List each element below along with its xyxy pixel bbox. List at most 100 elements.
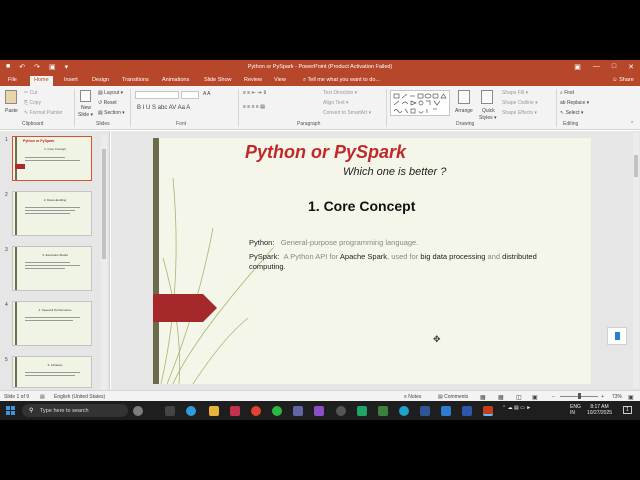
reading-view-icon[interactable]: ◫ bbox=[516, 394, 522, 401]
slide-sorter-icon[interactable]: ▦ bbox=[498, 394, 504, 401]
slide-thumbnail-2[interactable]: 2. Data Handling bbox=[12, 191, 92, 236]
slide-thumbnail-1[interactable]: Python or PySpark 1. Core Concept bbox=[12, 136, 92, 181]
pycharm-icon[interactable] bbox=[357, 406, 367, 416]
edge-dev-icon[interactable] bbox=[399, 406, 409, 416]
slide-scrollbar-thumb[interactable] bbox=[634, 155, 638, 177]
store-icon[interactable] bbox=[230, 406, 240, 416]
thumbnail-scrollbar-thumb[interactable] bbox=[102, 149, 106, 259]
excel-icon[interactable] bbox=[378, 406, 388, 416]
notification-icon[interactable]: 1 bbox=[623, 406, 632, 414]
word-icon[interactable] bbox=[420, 406, 430, 416]
new-slide-label[interactable]: New bbox=[81, 105, 91, 111]
clock[interactable]: 8:17 AM 10/27/2025 bbox=[587, 404, 612, 416]
tray-icons[interactable]: ⌃ ☁ ▤ ▭ ► bbox=[502, 405, 531, 411]
cat-widget-icon[interactable] bbox=[133, 406, 143, 416]
paste-button[interactable]: Paste bbox=[5, 108, 18, 114]
app-icon[interactable] bbox=[336, 406, 346, 416]
slide-title[interactable]: Python or PySpark bbox=[245, 142, 406, 163]
teams-icon[interactable] bbox=[293, 406, 303, 416]
slideshow-view-icon[interactable]: ▣ bbox=[532, 394, 538, 401]
text-direction-button[interactable]: Text Direction ▾ bbox=[323, 90, 357, 96]
arrange-icon[interactable] bbox=[458, 90, 470, 104]
notes-button[interactable]: ≡ Notes bbox=[404, 394, 421, 400]
edge-browser-icon[interactable] bbox=[186, 406, 196, 416]
bookmark-icon[interactable] bbox=[607, 327, 627, 345]
copy-button[interactable]: ⎘ Copy bbox=[24, 100, 41, 106]
tab-home[interactable]: Home bbox=[30, 76, 53, 86]
whatsapp-icon[interactable] bbox=[272, 406, 282, 416]
alignment-icons[interactable]: ≡ ≡ ≡ ≡ ▤ bbox=[243, 104, 265, 110]
taskbar-search-box[interactable]: ⚲ Type here to search bbox=[22, 404, 128, 417]
red-arrow-shape[interactable] bbox=[153, 294, 217, 322]
tab-file[interactable]: File bbox=[8, 77, 17, 83]
tab-design[interactable]: Design bbox=[92, 77, 109, 83]
new-slide-icon[interactable] bbox=[80, 90, 91, 102]
slide-subtitle[interactable]: Which one is better ? bbox=[343, 166, 446, 178]
tell-me-search[interactable]: ⌕ Tell me what you want to do... bbox=[303, 77, 380, 84]
shape-fill-button[interactable]: Shape Fill ▾ bbox=[502, 90, 528, 96]
quick-styles-label[interactable]: Quick bbox=[482, 108, 495, 114]
format-painter-button[interactable]: ✎ Format Painter bbox=[24, 110, 63, 116]
replace-button[interactable]: ab Replace ▾ bbox=[560, 100, 589, 106]
tab-slide-show[interactable]: Slide Show bbox=[204, 77, 232, 83]
slide-canvas[interactable]: Python or PySpark Which one is better ? … bbox=[153, 138, 591, 384]
collapse-ribbon-icon[interactable]: ⌃ bbox=[630, 121, 634, 127]
spellcheck-icon[interactable]: ▤ bbox=[40, 394, 45, 400]
tab-transitions[interactable]: Transitions bbox=[122, 77, 149, 83]
task-view-icon[interactable] bbox=[165, 406, 175, 416]
tab-animations[interactable]: Animations bbox=[162, 77, 189, 83]
new-slide-dropdown[interactable]: Slide ▾ bbox=[78, 112, 93, 118]
slide-heading[interactable]: 1. Core Concept bbox=[308, 198, 415, 214]
maximize-button[interactable]: □ bbox=[612, 63, 616, 71]
language-indicator[interactable]: English (United States) bbox=[54, 394, 105, 400]
font-grow-shrink-icon[interactable]: A A bbox=[203, 91, 211, 97]
quick-styles-icon[interactable] bbox=[481, 90, 493, 104]
select-button[interactable]: ↖ Select ▾ bbox=[560, 110, 583, 116]
zoom-out-button[interactable]: − bbox=[552, 394, 555, 400]
close-button[interactable]: ✕ bbox=[628, 63, 634, 71]
chrome-icon[interactable] bbox=[251, 406, 261, 416]
slide-body-text[interactable]: Python: General-purpose programming lang… bbox=[249, 238, 559, 276]
cut-button[interactable]: ✂ Cut bbox=[24, 90, 37, 96]
shape-outline-button[interactable]: Shape Outline ▾ bbox=[502, 100, 538, 106]
slide-thumbnail-4[interactable]: 4. Speed & Performance bbox=[12, 301, 92, 346]
minimize-button[interactable]: — bbox=[593, 63, 600, 71]
zoom-slider-handle[interactable] bbox=[578, 393, 581, 399]
file-explorer-icon[interactable] bbox=[209, 406, 219, 416]
quick-styles-dropdown[interactable]: Styles ▾ bbox=[479, 115, 497, 121]
slide-thumbnail-5[interactable]: 5. Libraries bbox=[12, 356, 92, 388]
outlook-icon[interactable] bbox=[441, 406, 451, 416]
tab-insert[interactable]: Insert bbox=[64, 77, 78, 83]
ribbon-display-icon[interactable]: ▣ bbox=[574, 63, 581, 71]
align-text-button[interactable]: Align Text ▾ bbox=[323, 100, 349, 106]
font-name-field[interactable] bbox=[135, 91, 179, 99]
arrange-button[interactable]: Arrange bbox=[455, 108, 473, 114]
zoom-level[interactable]: 73% bbox=[612, 394, 622, 400]
powerpoint-icon[interactable] bbox=[483, 406, 493, 416]
bullets-icon[interactable]: ≡ ≡ ⇤ ⇥ ⇕ bbox=[243, 90, 267, 96]
normal-view-icon[interactable]: ▦ bbox=[480, 394, 486, 401]
layout-button[interactable]: ▤ Layout ▾ bbox=[98, 90, 123, 96]
find-button[interactable]: ⌕ Find bbox=[560, 90, 574, 96]
slide-scrollbar[interactable] bbox=[633, 133, 639, 388]
fit-slide-icon[interactable]: ▣ bbox=[628, 394, 634, 401]
convert-smartart-button[interactable]: Convert to SmartArt ▾ bbox=[323, 110, 371, 116]
tab-review[interactable]: Review bbox=[244, 77, 262, 83]
tab-view[interactable]: View bbox=[274, 77, 286, 83]
word-app-icon[interactable] bbox=[462, 406, 472, 416]
font-size-field[interactable] bbox=[181, 91, 199, 99]
shapes-gallery[interactable] bbox=[390, 90, 450, 116]
thumbnail-scrollbar[interactable] bbox=[101, 135, 107, 390]
visual-studio-icon[interactable] bbox=[314, 406, 324, 416]
section-button[interactable]: ▤ Section ▾ bbox=[98, 110, 125, 116]
comments-button[interactable]: ▤ Comments bbox=[438, 394, 468, 400]
zoom-in-button[interactable]: + bbox=[601, 394, 604, 400]
reset-button[interactable]: ↺ Reset bbox=[98, 100, 117, 106]
windows-start-icon[interactable] bbox=[6, 406, 15, 415]
shape-effects-button[interactable]: Shape Effects ▾ bbox=[502, 110, 537, 116]
paste-icon[interactable] bbox=[5, 90, 17, 104]
slide-thumbnail-3[interactable]: 3. Execution Model bbox=[12, 246, 92, 291]
font-formatting-buttons[interactable]: B I U S abc AV Aa A bbox=[137, 105, 190, 111]
share-button[interactable]: ☺ Share bbox=[612, 77, 634, 83]
language-tray[interactable]: ENG IN bbox=[570, 404, 581, 416]
